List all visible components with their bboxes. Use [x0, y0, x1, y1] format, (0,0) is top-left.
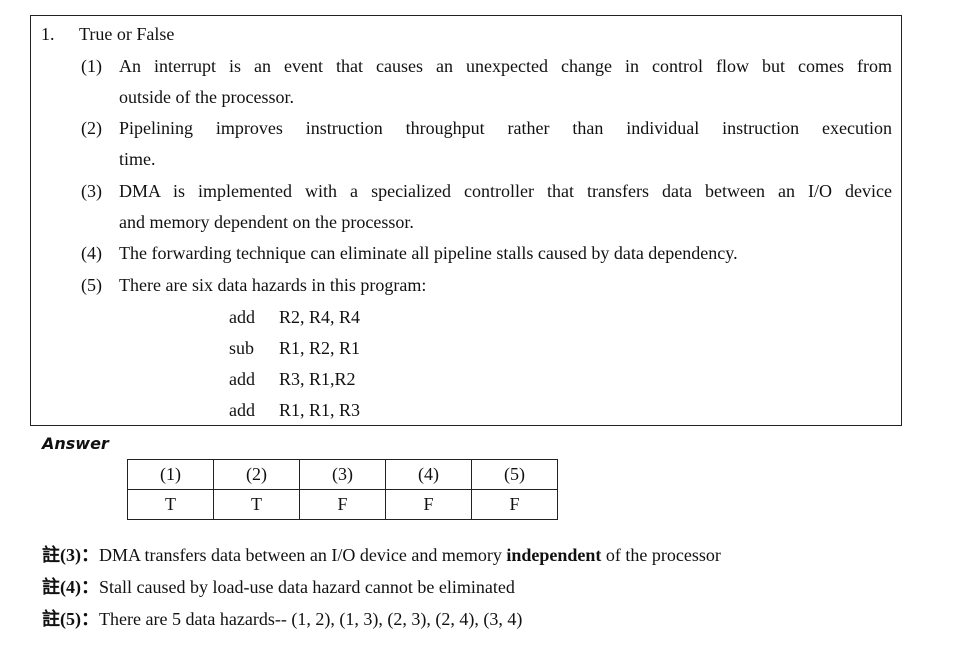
item-text: The forwarding technique can eliminate a…: [119, 243, 738, 263]
question-box: 1. True or False (1) An interrupt is an …: [30, 15, 902, 426]
note-5: 註(5)：There are 5 data hazards-- (1, 2), …: [42, 608, 522, 630]
item-text-cont: outside of the processor.: [119, 87, 294, 107]
item-number: (5): [81, 275, 102, 295]
code-line: add R1, R1, R3: [229, 399, 360, 421]
item-text: There are six data hazards in this progr…: [119, 275, 427, 295]
note-tag: 註(3)：: [42, 545, 99, 565]
code-op: add: [229, 400, 255, 420]
answer-header-cell: (2): [213, 459, 300, 490]
note-4: 註(4)：Stall caused by load-use data hazar…: [42, 576, 515, 598]
answer-value-cell: F: [385, 489, 472, 520]
answer-value-row: T T F F F: [127, 489, 558, 520]
code-args: R3, R1,R2: [279, 369, 356, 389]
item-text: An interrupt is an event that causes an …: [119, 56, 892, 76]
note-text: DMA transfers data between an I/O device…: [99, 545, 507, 565]
note-3: 註(3)：DMA transfers data between an I/O d…: [42, 544, 721, 566]
question-number: 1.: [41, 24, 55, 44]
note-text-end: of the processor: [601, 545, 721, 565]
answer-header-cell: (4): [385, 459, 472, 490]
question-title: True or False: [79, 24, 175, 44]
code-args: R1, R2, R1: [279, 338, 361, 358]
answer-value-cell: F: [299, 489, 386, 520]
code-op: add: [229, 369, 255, 389]
answer-header-cell: (1): [127, 459, 214, 490]
answer-value-cell: T: [213, 489, 300, 520]
code-line: add R3, R1,R2: [229, 368, 356, 390]
code-line: sub R1, R2, R1: [229, 337, 360, 359]
note-tag: 註(4)：: [42, 577, 99, 597]
code-op: sub: [229, 338, 255, 358]
item-number: (1): [81, 56, 102, 76]
note-text: Stall caused by load-use data hazard can…: [99, 577, 515, 597]
answer-heading: Answer: [42, 434, 109, 453]
note-emphasis: independent: [506, 545, 602, 565]
note-text: There are 5 data hazards-- (1, 2), (1, 3…: [99, 609, 523, 629]
answer-header-cell: (3): [299, 459, 386, 490]
item-number: (2): [81, 118, 102, 138]
item-text-cont: time.: [119, 149, 156, 169]
answer-table: (1) (2) (3) (4) (5) T T F F F: [127, 459, 558, 520]
answer-value-cell: F: [471, 489, 558, 520]
code-args: R2, R4, R4: [279, 307, 361, 327]
item-text: DMA is implemented with a specialized co…: [119, 181, 892, 201]
answer-header-row: (1) (2) (3) (4) (5): [127, 459, 558, 490]
item-number: (3): [81, 181, 102, 201]
item-number: (4): [81, 243, 102, 263]
code-args: R1, R1, R3: [279, 400, 361, 420]
code-line: add R2, R4, R4: [229, 306, 360, 328]
code-op: add: [229, 307, 255, 327]
note-tag: 註(5)：: [42, 609, 99, 629]
answer-value-cell: T: [127, 489, 214, 520]
item-text: Pipelining improves instruction throughp…: [119, 118, 892, 138]
answer-header-cell: (5): [471, 459, 558, 490]
item-text-cont: and memory dependent on the processor.: [119, 212, 414, 232]
